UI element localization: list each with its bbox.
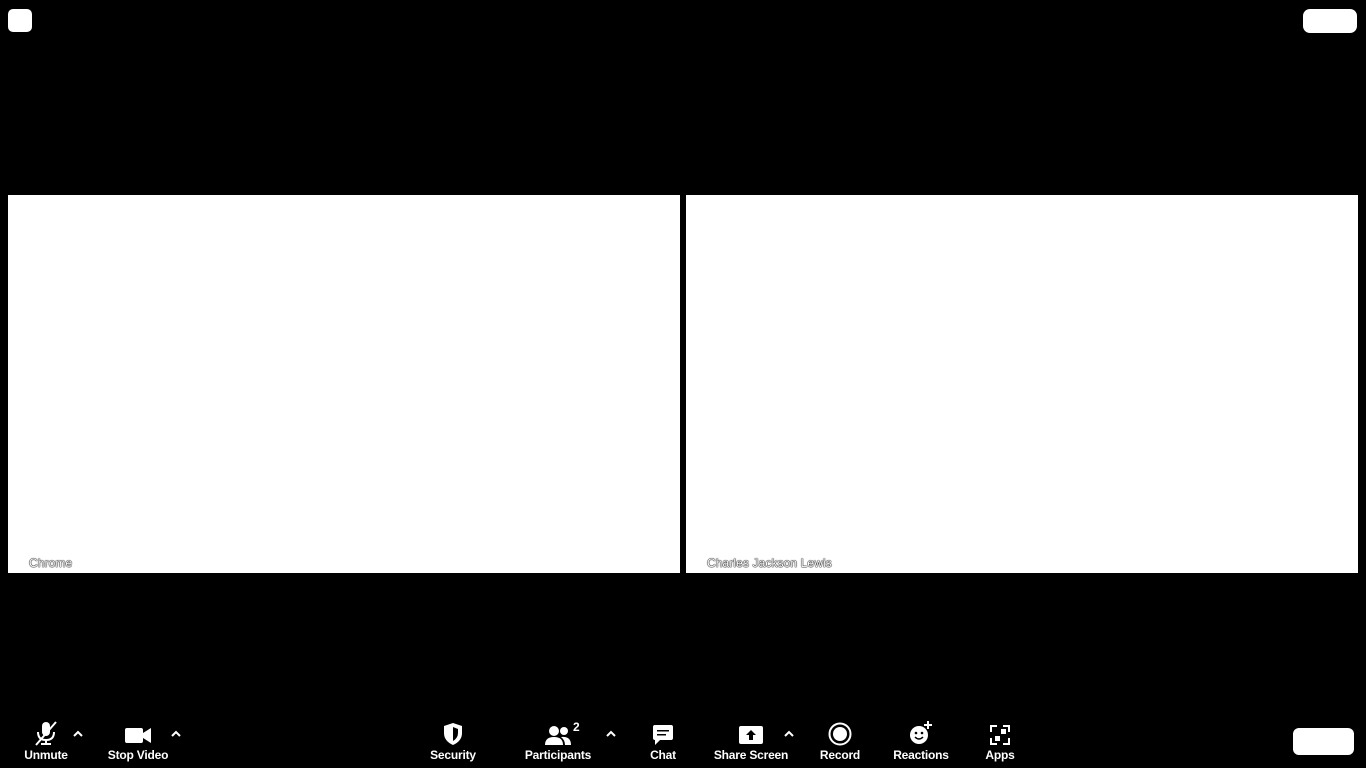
participant-count: 2 — [573, 720, 580, 734]
share-options-caret-icon[interactable] — [783, 726, 795, 737]
stop-video-button[interactable]: Stop Video — [106, 712, 170, 768]
chat-bubble-icon — [651, 712, 675, 746]
audio-options-caret-icon[interactable] — [72, 726, 84, 737]
share-screen-icon — [738, 712, 764, 746]
security-button[interactable]: Security — [426, 712, 480, 768]
chat-button[interactable]: Chat — [644, 712, 682, 768]
microphone-muted-icon — [33, 712, 59, 746]
chat-label: Chat — [650, 748, 676, 762]
participant-name: Charles Jackson Lewis — [707, 556, 832, 570]
reactions-label: Reactions — [893, 748, 949, 762]
unmute-button[interactable]: Unmute — [20, 712, 72, 768]
participants-icon — [544, 712, 572, 746]
shield-icon — [442, 712, 464, 746]
apps-icon — [989, 712, 1011, 746]
meeting-toolbar: Unmute Stop Video Security Participants … — [0, 712, 1366, 768]
smile-plus-icon — [908, 712, 934, 746]
video-tile[interactable]: Chrome — [8, 195, 680, 573]
video-camera-icon — [124, 712, 152, 746]
record-label: Record — [819, 748, 861, 762]
participants-label: Participants — [524, 748, 592, 762]
meeting-window: Chrome Charles Jackson Lewis Unmute Stop… — [0, 0, 1366, 768]
participant-name: Chrome — [29, 556, 73, 570]
share-screen-button[interactable]: Share Screen — [714, 712, 788, 768]
apps-button[interactable]: Apps — [982, 712, 1018, 768]
end-meeting-button[interactable] — [1293, 728, 1354, 755]
unmute-label: Unmute — [24, 748, 68, 762]
record-icon — [828, 712, 852, 746]
participants-button[interactable]: Participants — [524, 712, 592, 768]
participants-options-caret-icon[interactable] — [605, 726, 617, 737]
share-screen-label: Share Screen — [713, 748, 789, 762]
record-button[interactable]: Record — [818, 712, 862, 768]
view-button[interactable] — [1303, 9, 1357, 33]
video-options-caret-icon[interactable] — [170, 726, 182, 737]
meeting-info-button[interactable] — [8, 9, 32, 32]
security-label: Security — [430, 748, 476, 762]
reactions-button[interactable]: Reactions — [892, 712, 950, 768]
apps-label: Apps — [985, 748, 1015, 762]
video-tile[interactable]: Charles Jackson Lewis — [686, 195, 1358, 573]
stop-video-label: Stop Video — [107, 748, 169, 762]
